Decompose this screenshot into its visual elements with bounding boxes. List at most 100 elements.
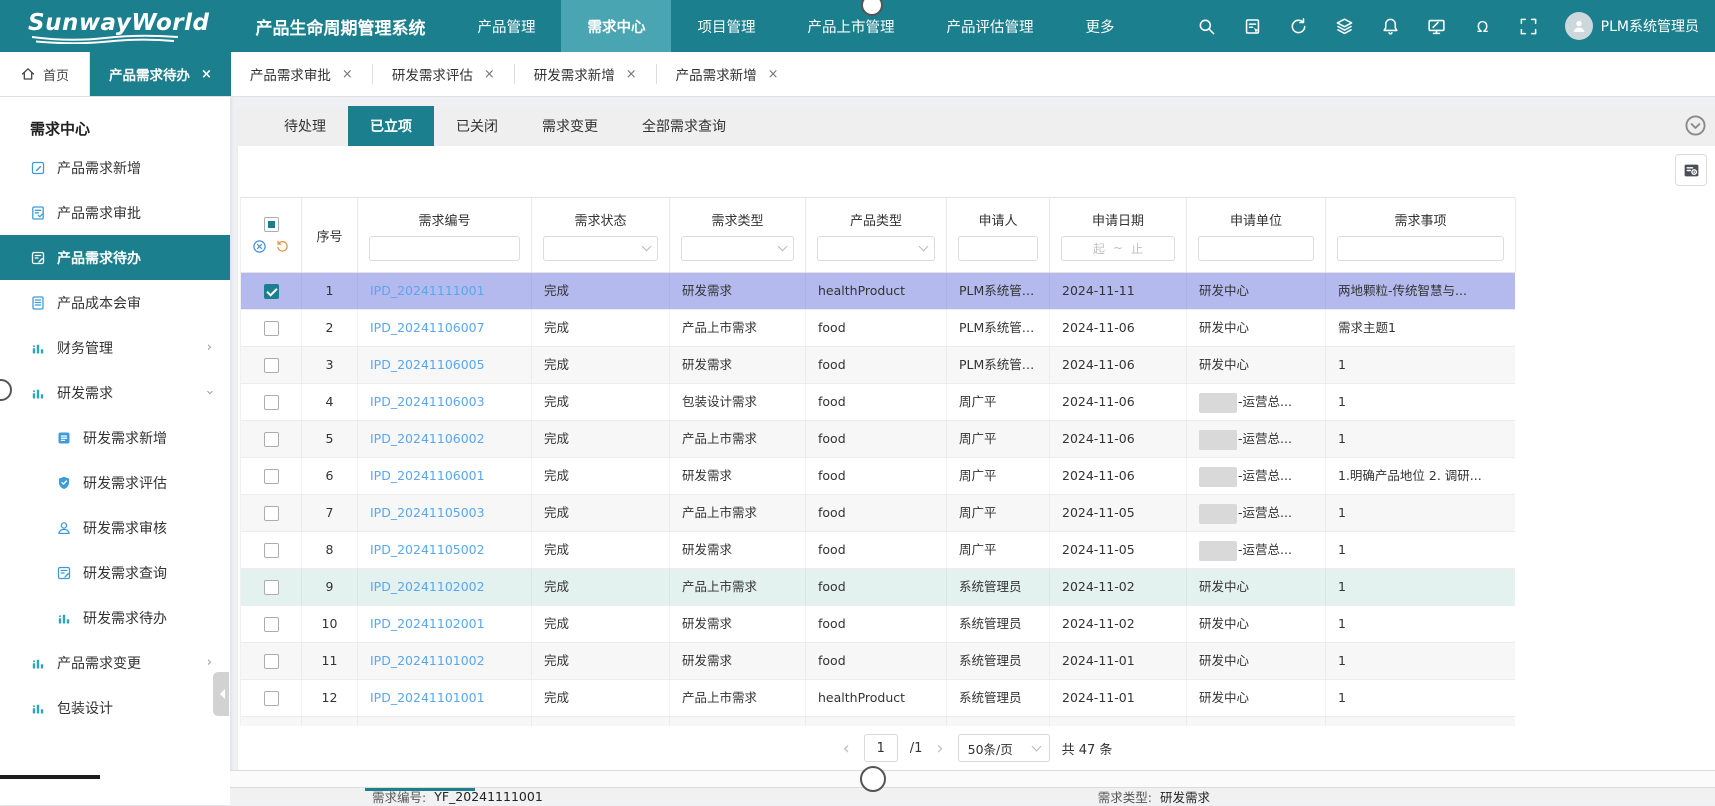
sidebar-item-包装设计[interactable]: 包装设计: [0, 685, 230, 730]
sidebar-item-研发需求审核[interactable]: 研发需求审核: [0, 505, 230, 550]
status-tab-已立项[interactable]: 已立项: [348, 106, 434, 146]
close-tab-icon[interactable]: ×: [484, 67, 495, 82]
status-tab-待处理[interactable]: 待处理: [262, 106, 348, 146]
request-id-link[interactable]: IPD_20241106001: [370, 468, 485, 483]
nav-item-更多[interactable]: 更多: [1059, 0, 1140, 52]
row-checkbox[interactable]: [264, 506, 279, 521]
filter-select-需求状态[interactable]: [543, 236, 658, 261]
audit-icon[interactable]: [1243, 17, 1262, 36]
request-id-link[interactable]: IPD_20241102002: [370, 579, 485, 594]
close-tab-icon[interactable]: ×: [626, 67, 637, 82]
row-checkbox[interactable]: [264, 654, 279, 669]
request-id-link[interactable]: IPD_20241101002: [370, 653, 485, 668]
close-tab-icon[interactable]: ×: [768, 67, 779, 82]
row-checkbox[interactable]: [264, 358, 279, 373]
bell-icon[interactable]: [1381, 17, 1400, 36]
omega-icon[interactable]: Ω: [1473, 17, 1492, 36]
request-id-link[interactable]: IPD_20241106005: [370, 357, 485, 372]
select-all-checkbox[interactable]: [264, 217, 279, 232]
table-row[interactable]: 9IPD_20241102002完成产品上市需求food系统管理员2024-11…: [241, 569, 1515, 606]
nav-item-产品评估管理[interactable]: 产品评估管理: [920, 0, 1059, 52]
table-row[interactable]: 10IPD_20241102001完成研发需求food系统管理员2024-11-…: [241, 606, 1515, 643]
prev-page-icon[interactable]: ‹: [841, 738, 852, 759]
row-checkbox[interactable]: [264, 395, 279, 410]
splitter-drag-handle[interactable]: [860, 766, 886, 792]
user-menu[interactable]: PLM系统管理员: [1565, 12, 1699, 40]
request-id-link[interactable]: IPD_20241102001: [370, 616, 485, 631]
request-id-link[interactable]: IPD_20241101001: [370, 690, 485, 705]
page-size-select[interactable]: 50条/页: [958, 734, 1050, 762]
tab-产品需求待办[interactable]: 产品需求待办×: [90, 52, 231, 96]
sidebar-collapse-handle[interactable]: [213, 672, 229, 716]
filter-input-申请人[interactable]: [958, 236, 1038, 261]
request-id-link[interactable]: IPD_20241106002: [370, 431, 485, 446]
clear-filter-icon[interactable]: [252, 239, 267, 254]
filter-input-申请单位[interactable]: [1198, 236, 1314, 261]
refresh-icon[interactable]: [1289, 17, 1308, 36]
sidebar-item-产品需求变更[interactable]: 产品需求变更›: [0, 640, 230, 685]
sidebar-item-产品成本会审[interactable]: 产品成本会审: [0, 280, 230, 325]
row-checkbox[interactable]: [264, 543, 279, 558]
sidebar-item-研发需求新增[interactable]: 研发需求新增: [0, 415, 230, 460]
row-checkbox[interactable]: [264, 691, 279, 706]
page-input[interactable]: 1: [864, 734, 898, 762]
filter-date-申请日期[interactable]: 起~止: [1061, 236, 1175, 261]
tab-产品需求新增[interactable]: 产品需求新增×: [657, 52, 798, 96]
row-checkbox[interactable]: [264, 284, 279, 299]
filter-input-需求编号[interactable]: [369, 236, 520, 261]
row-checkbox[interactable]: [264, 469, 279, 484]
tab-研发需求新增[interactable]: 研发需求新增×: [515, 52, 656, 96]
close-tab-icon[interactable]: ×: [201, 67, 212, 82]
sidebar-item-产品需求审批[interactable]: 产品需求审批: [0, 190, 230, 235]
nav-item-项目管理[interactable]: 项目管理: [671, 0, 781, 52]
table-row[interactable]: 1IPD_20241111001完成研发需求healthProductPLM系统…: [241, 273, 1515, 310]
horizontal-splitter[interactable]: [230, 770, 1715, 788]
status-tab-需求变更[interactable]: 需求变更: [520, 106, 620, 146]
row-checkbox[interactable]: [264, 432, 279, 447]
request-id-link[interactable]: IPD_20241106003: [370, 394, 485, 409]
close-tab-icon[interactable]: ×: [342, 67, 353, 82]
layers-icon[interactable]: [1335, 17, 1354, 36]
table-row[interactable]: 2IPD_20241106007完成产品上市需求foodPLM系统管理...20…: [241, 310, 1515, 347]
column-settings-button[interactable]: [1675, 154, 1707, 186]
nav-item-产品管理[interactable]: 产品管理: [451, 0, 561, 52]
row-checkbox[interactable]: [264, 617, 279, 632]
tab-研发需求评估[interactable]: 研发需求评估×: [373, 52, 514, 96]
next-page-icon[interactable]: ›: [934, 738, 945, 759]
request-id-link[interactable]: IPD_20241106007: [370, 320, 485, 335]
sidebar-item-研发需求[interactable]: 研发需求›: [0, 370, 230, 415]
table-row[interactable]: 6IPD_20241106001完成研发需求food周广平2024-11-06-…: [241, 458, 1515, 495]
table-row[interactable]: 3IPD_20241106005完成研发需求foodPLM系统管理...2024…: [241, 347, 1515, 384]
collapse-panel-chevron-icon[interactable]: [1684, 114, 1707, 137]
row-checkbox[interactable]: [264, 321, 279, 336]
status-tab-已关闭[interactable]: 已关闭: [434, 106, 520, 146]
sidebar-item-产品需求待办[interactable]: 产品需求待办: [0, 235, 230, 280]
tab-产品需求审批[interactable]: 产品需求审批×: [231, 52, 372, 96]
filter-select-产品类型[interactable]: [817, 236, 935, 261]
nav-item-需求中心[interactable]: 需求中心: [561, 0, 671, 52]
request-id-link[interactable]: IPD_20241111001: [370, 283, 485, 298]
table-row[interactable]: 5IPD_20241106002完成产品上市需求food周广平2024-11-0…: [241, 421, 1515, 458]
sidebar-item-研发需求待办[interactable]: 研发需求待办: [0, 595, 230, 640]
filter-input-需求事项[interactable]: [1337, 236, 1504, 261]
fullscreen-icon[interactable]: [1519, 17, 1538, 36]
filter-select-需求类型[interactable]: [681, 236, 794, 261]
search-icon[interactable]: [1197, 17, 1216, 36]
table-row[interactable]: 8IPD_20241105002完成研发需求food周广平2024-11-05-…: [241, 532, 1515, 569]
nav-item-产品上市管理[interactable]: 产品上市管理: [781, 0, 920, 52]
status-tab-全部需求查询[interactable]: 全部需求查询: [620, 106, 748, 146]
sidebar-item-产品需求新增[interactable]: 产品需求新增: [0, 145, 230, 190]
sidebar-item-研发需求评估[interactable]: 研发需求评估: [0, 460, 230, 505]
request-id-link[interactable]: IPD_20241105003: [370, 505, 485, 520]
sidebar-item-财务管理[interactable]: 财务管理›: [0, 325, 230, 370]
request-id-link[interactable]: IPD_20241105002: [370, 542, 485, 557]
row-checkbox[interactable]: [264, 580, 279, 595]
table-row[interactable]: 11IPD_20241101002完成研发需求food系统管理员2024-11-…: [241, 643, 1515, 680]
sidebar-item-研发需求查询[interactable]: 研发需求查询: [0, 550, 230, 595]
tab-home[interactable]: 首页: [0, 52, 90, 96]
reset-icon[interactable]: [275, 239, 290, 254]
brand-logo[interactable]: SunwayWorld: [28, 10, 209, 42]
monitor-edit-icon[interactable]: [1427, 17, 1446, 36]
table-row[interactable]: 7IPD_20241105003完成产品上市需求food周广平2024-11-0…: [241, 495, 1515, 532]
table-row[interactable]: 4IPD_20241106003完成包装设计需求food周广平2024-11-0…: [241, 384, 1515, 421]
